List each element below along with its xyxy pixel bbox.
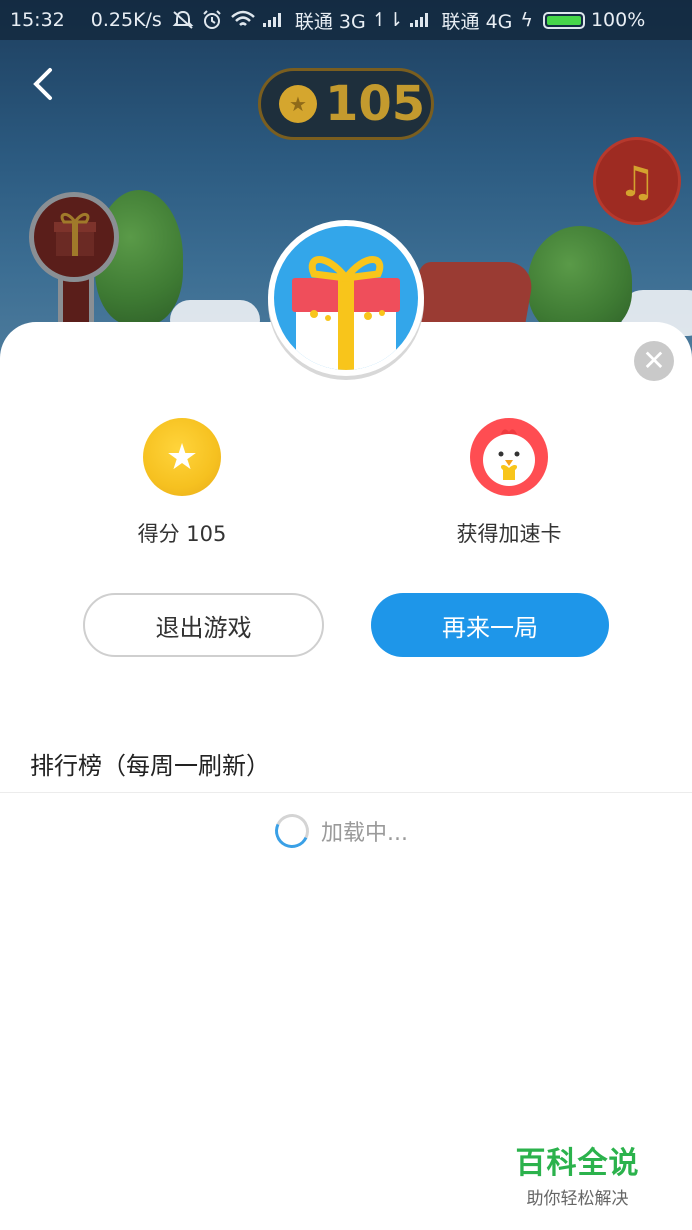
- tree: [528, 226, 632, 336]
- charging-icon: ϟ: [520, 9, 533, 31]
- signal-icon: [262, 13, 285, 27]
- music-note-icon: ♫: [618, 156, 656, 206]
- status-carrier-4g: 联通 4G: [441, 10, 513, 33]
- status-bar: 15:32 0.25K/s 联通 3G ↿⇂ 联通 4G ϟ 100%: [0, 0, 692, 40]
- reward-score-label: 得分 105: [137, 522, 227, 546]
- status-icons: [172, 10, 285, 30]
- play-again-button[interactable]: 再来一局: [371, 593, 609, 657]
- back-button[interactable]: [24, 60, 64, 108]
- alarm-icon: [203, 10, 221, 29]
- star-coin-icon: ★: [143, 418, 221, 496]
- status-battery: 100%: [590, 9, 646, 31]
- chick-card-icon: [470, 418, 548, 496]
- watermark: 百科全说 助你轻松解决: [505, 1138, 650, 1209]
- reward-speed-card: 获得加速卡: [409, 418, 609, 548]
- gift-box-icon: [292, 256, 400, 370]
- status-time: 15:32: [10, 9, 65, 31]
- reward-speed-card-label: 获得加速卡: [456, 522, 562, 546]
- battery-icon: [542, 11, 585, 29]
- chevron-left-icon: [33, 68, 52, 100]
- loading-spinner-icon: [270, 809, 314, 853]
- gift-avatar: [268, 220, 424, 376]
- reward-score: ★ 得分 105: [82, 418, 282, 548]
- music-toggle-button[interactable]: ♫: [593, 137, 681, 225]
- divider: [0, 792, 692, 793]
- loading-text: 加载中...: [321, 821, 408, 846]
- watermark-brand: 百科全说: [515, 1146, 640, 1181]
- wifi-icon: [231, 10, 255, 26]
- leaderboard-loading: 加载中...: [270, 809, 408, 853]
- watermark-slogan: 助你轻松解决: [526, 1189, 629, 1209]
- close-icon: ✕: [642, 344, 666, 377]
- exit-game-button[interactable]: 退出游戏: [83, 593, 324, 657]
- close-button[interactable]: ✕: [634, 341, 674, 381]
- data-transfer-icon: ↿⇂: [371, 9, 404, 31]
- signal-icon: [409, 13, 432, 27]
- status-network-speed: 0.25K/s: [90, 9, 162, 31]
- star-coin-icon: ★: [279, 85, 317, 123]
- leaderboard-title: 排行榜（每周一刷新）: [30, 752, 270, 780]
- score-counter: ★ 105: [258, 68, 434, 140]
- bell-off-icon: [172, 10, 194, 29]
- gift-icon: [54, 213, 96, 256]
- status-carrier-3g: 联通 3G: [294, 10, 366, 33]
- chick-icon: [483, 429, 535, 486]
- score-value: 105: [325, 76, 426, 132]
